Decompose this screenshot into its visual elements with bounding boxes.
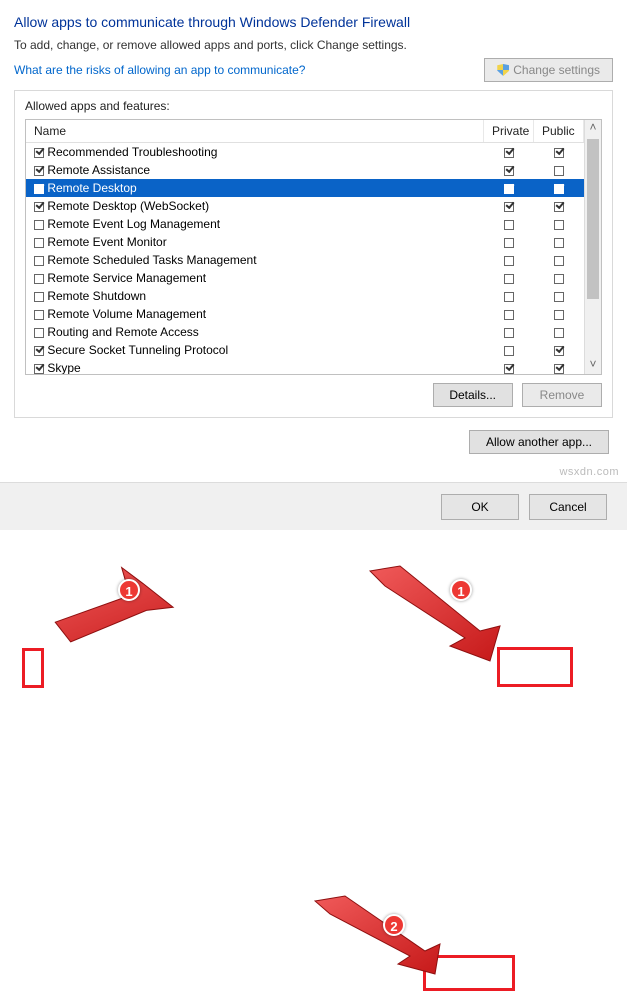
public-checkbox[interactable] [554,292,564,302]
public-checkbox[interactable] [554,238,564,248]
row-enable-checkbox[interactable] [34,148,44,158]
private-checkbox[interactable] [504,274,514,284]
table-row[interactable]: Remote Event Monitor [26,233,584,251]
table-row[interactable]: Remote Service Management [26,269,584,287]
public-checkbox[interactable] [554,166,564,176]
row-enable-checkbox[interactable] [34,310,44,320]
row-name-label: Remote Desktop [44,181,137,195]
row-enable-checkbox[interactable] [34,256,44,266]
public-checkbox[interactable] [554,346,564,356]
apps-list[interactable]: Name Private Public Recommended Troubles… [25,119,602,375]
row-name-label: Routing and Remote Access [44,325,199,339]
row-name-label: Remote Service Management [44,271,206,285]
row-name-label: Remote Assistance [44,163,150,177]
scroll-up-button[interactable]: ˄ [585,120,601,137]
col-name[interactable]: Name [26,120,484,142]
page-title: Allow apps to communicate through Window… [14,14,613,30]
scroll-thumb[interactable] [587,139,599,299]
row-enable-checkbox[interactable] [34,166,44,176]
row-enable-checkbox[interactable] [34,220,44,230]
row-enable-checkbox[interactable] [34,274,44,284]
row-name-label: Remote Event Log Management [44,217,220,231]
risk-link[interactable]: What are the risks of allowing an app to… [14,63,305,77]
cancel-button[interactable]: Cancel [529,494,607,520]
private-checkbox[interactable] [504,310,514,320]
row-enable-checkbox[interactable] [34,346,44,356]
allowed-apps-group: Allowed apps and features: Name Private … [14,90,613,418]
change-settings-button[interactable]: Change settings [484,58,613,82]
highlight-box-right [497,647,573,687]
table-row[interactable]: Remote Scheduled Tasks Management [26,251,584,269]
remove-button[interactable]: Remove [522,383,602,407]
group-label: Allowed apps and features: [25,99,602,113]
private-checkbox[interactable] [504,328,514,338]
column-headers[interactable]: Name Private Public [26,120,584,143]
table-row[interactable]: Remote Event Log Management [26,215,584,233]
row-enable-checkbox[interactable] [34,238,44,248]
ok-button[interactable]: OK [441,494,519,520]
row-name-label: Recommended Troubleshooting [44,145,217,159]
public-checkbox[interactable] [554,148,564,158]
public-checkbox[interactable] [554,220,564,230]
private-checkbox[interactable] [504,238,514,248]
row-enable-checkbox[interactable] [34,328,44,338]
public-checkbox[interactable] [554,184,564,194]
table-row[interactable]: Remote Desktop [26,179,584,197]
public-checkbox[interactable] [554,202,564,212]
table-row[interactable]: Routing and Remote Access [26,323,584,341]
badge-2: 2 [383,914,405,936]
badge-1-right: 1 [450,579,472,601]
table-row[interactable]: Secure Socket Tunneling Protocol [26,341,584,359]
row-name-label: Remote Shutdown [44,289,146,303]
row-name-label: Remote Desktop (WebSocket) [44,199,209,213]
highlight-box-ok [423,955,515,991]
private-checkbox[interactable] [504,166,514,176]
table-row[interactable]: Skype [26,359,584,374]
row-enable-checkbox[interactable] [34,184,44,194]
table-row[interactable]: Remote Shutdown [26,287,584,305]
scroll-down-button[interactable]: ˅ [585,357,601,374]
private-checkbox[interactable] [504,148,514,158]
private-checkbox[interactable] [504,202,514,212]
private-checkbox[interactable] [504,364,514,374]
arrow-right-icon [360,566,510,666]
public-checkbox[interactable] [554,256,564,266]
details-button[interactable]: Details... [433,383,513,407]
highlight-box-left [22,648,44,688]
private-checkbox[interactable] [504,220,514,230]
arrow-left-icon [40,566,170,656]
private-checkbox[interactable] [504,292,514,302]
public-checkbox[interactable] [554,328,564,338]
table-row[interactable]: Remote Assistance [26,161,584,179]
dialog-button-bar: OK Cancel [0,482,627,530]
allow-another-app-button[interactable]: Allow another app... [469,430,609,454]
public-checkbox[interactable] [554,274,564,284]
col-public[interactable]: Public [534,120,584,142]
row-enable-checkbox[interactable] [34,364,44,374]
public-checkbox[interactable] [554,310,564,320]
table-row[interactable]: Remote Volume Management [26,305,584,323]
arrow-ok-icon [310,896,450,976]
private-checkbox[interactable] [504,256,514,266]
private-checkbox[interactable] [504,184,514,194]
private-checkbox[interactable] [504,346,514,356]
row-name-label: Remote Volume Management [44,307,206,321]
watermark-text: wsxdn.com [559,466,619,478]
row-enable-checkbox[interactable] [34,202,44,212]
table-row[interactable]: Remote Desktop (WebSocket) [26,197,584,215]
row-name-label: Remote Scheduled Tasks Management [44,253,257,267]
row-enable-checkbox[interactable] [34,292,44,302]
row-name-label: Secure Socket Tunneling Protocol [44,343,228,357]
row-name-label: Remote Event Monitor [44,235,167,249]
public-checkbox[interactable] [554,364,564,374]
page-subtext: To add, change, or remove allowed apps a… [14,38,613,52]
badge-1-left: 1 [118,579,140,601]
table-row[interactable]: Recommended Troubleshooting [26,143,584,161]
scrollbar[interactable]: ˄ ˅ [584,120,601,374]
row-name-label: Skype [44,361,81,374]
col-private[interactable]: Private [484,120,534,142]
